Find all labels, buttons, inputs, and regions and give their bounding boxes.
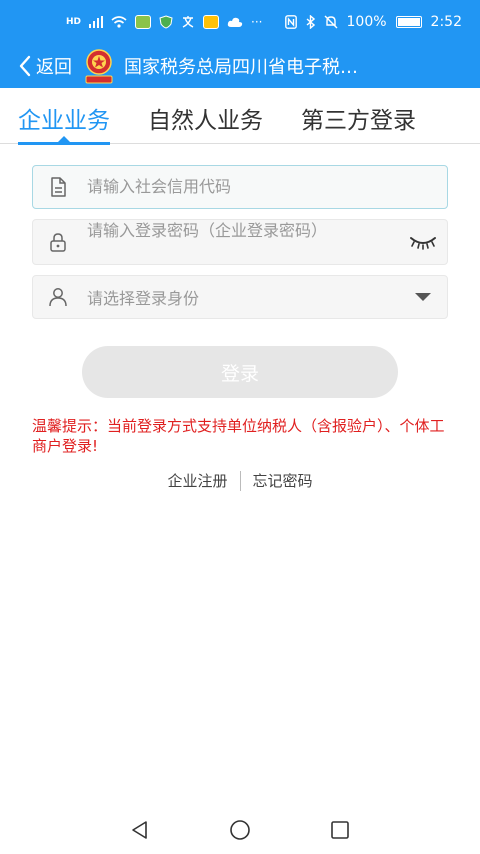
status-left: HD ··· xyxy=(66,15,262,29)
clock: 2:52 xyxy=(430,14,462,30)
bluetooth-icon xyxy=(306,15,315,29)
shield-app-icon xyxy=(159,15,173,29)
app-icon xyxy=(135,15,152,29)
app-bar: 返回 国家税务总局四川省电子税… xyxy=(0,44,480,88)
tab-individual[interactable]: 自然人业务 xyxy=(148,92,263,144)
login-button[interactable]: 登录 xyxy=(82,346,398,398)
eye-closed-icon[interactable] xyxy=(409,234,437,250)
credit-code-field[interactable] xyxy=(32,165,448,209)
more-dots: ··· xyxy=(251,15,263,29)
status-bar: HD ··· 100% 2:52 xyxy=(0,0,480,44)
cloud-icon xyxy=(227,17,243,27)
user-icon xyxy=(49,288,67,307)
document-icon xyxy=(51,177,66,197)
system-nav-bar xyxy=(0,806,480,854)
password-input[interactable] xyxy=(87,220,401,264)
tip-text: 温馨提示：当前登录方式支持单位纳税人（含报验户）、个体工商户登录! xyxy=(32,417,445,455)
battery-percent: 100% xyxy=(346,14,387,30)
identity-select[interactable]: 请选择登录身份 xyxy=(32,275,448,319)
forgot-password-link[interactable]: 忘记密码 xyxy=(241,470,325,491)
lock-icon xyxy=(50,233,66,252)
tab-third-party[interactable]: 第三方登录 xyxy=(301,92,416,144)
app-icon-2 xyxy=(203,15,220,29)
dropdown-arrow-icon[interactable] xyxy=(415,293,431,301)
app-title: 国家税务总局四川省电子税… xyxy=(124,57,358,78)
wifi-icon xyxy=(111,16,127,28)
back-label: 返回 xyxy=(36,57,72,78)
nav-recents-icon[interactable] xyxy=(328,818,352,842)
register-link[interactable]: 企业注册 xyxy=(155,470,239,491)
tab-enterprise[interactable]: 企业业务 xyxy=(18,92,110,145)
footer-links: 企业注册 忘记密码 xyxy=(0,470,480,491)
back-button[interactable]: 返回 xyxy=(18,53,72,79)
hd-signal-icon: HD xyxy=(66,17,82,27)
nav-home-icon[interactable] xyxy=(228,818,252,842)
nfc-icon xyxy=(284,15,297,29)
status-right: 100% 2:52 xyxy=(284,14,462,30)
login-tabs: 企业业务 自然人业务 第三方登录 xyxy=(0,92,480,145)
translate-icon xyxy=(182,16,194,28)
signal-icon xyxy=(89,16,104,28)
credit-code-input[interactable] xyxy=(87,176,437,198)
identity-select-value: 请选择登录身份 xyxy=(87,289,200,308)
battery-icon xyxy=(395,16,422,28)
chevron-left-icon xyxy=(19,55,31,77)
nav-back-icon[interactable] xyxy=(128,818,152,842)
mute-icon xyxy=(324,15,338,29)
tax-emblem-icon xyxy=(82,48,116,84)
password-field[interactable] xyxy=(32,219,448,265)
